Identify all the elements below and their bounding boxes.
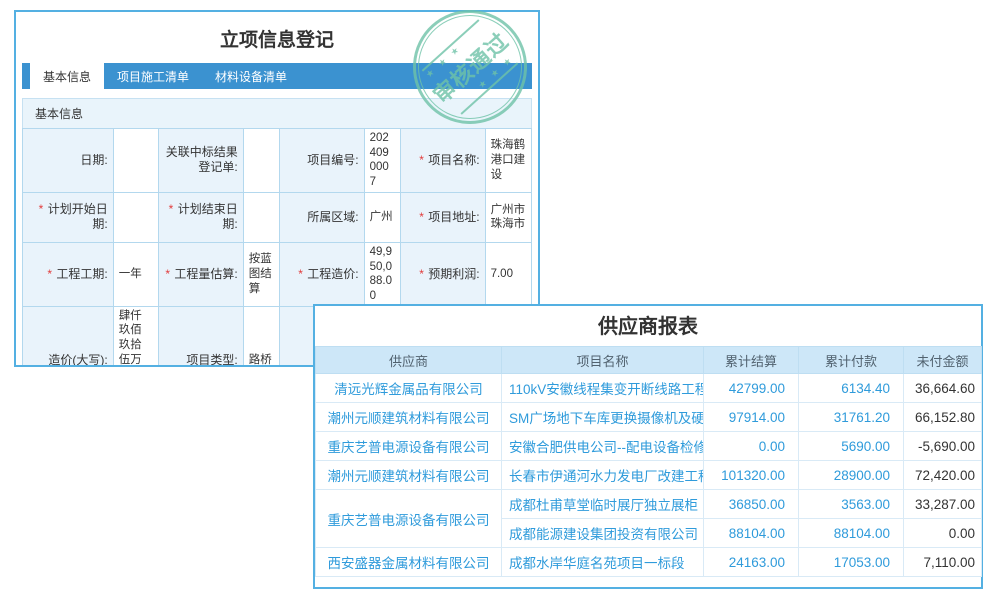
supplier-report-table: 供应商项目名称累计结算累计付款未付金额 清远光辉金属品有限公司110kV安徽线程…	[315, 346, 982, 577]
supplier-name-link[interactable]: 重庆艺普电源设备有限公司	[316, 490, 502, 548]
field-label: * 项目地址:	[400, 192, 485, 242]
project-name-link[interactable]: 长春市伊通河水力发电厂改建工程	[502, 461, 704, 490]
paid-amount[interactable]: 3563.00	[799, 490, 904, 519]
field-label: * 工程量估算:	[159, 242, 244, 306]
supplier-table-header-row: 供应商项目名称累计结算累计付款未付金额	[316, 347, 982, 374]
supplier-name-link[interactable]: 潮州元顺建筑材料有限公司	[316, 461, 502, 490]
field-label: 日期:	[23, 129, 114, 193]
paid-amount[interactable]: 88104.00	[799, 519, 904, 548]
field-value[interactable]: 广州	[364, 192, 400, 242]
field-value[interactable]: 一年	[113, 242, 158, 306]
field-value[interactable]: 广州市珠海市	[485, 192, 531, 242]
project-name-link[interactable]: 安徽合肥供电公司--配电设备检修	[502, 432, 704, 461]
required-asterisk: *	[419, 210, 427, 224]
settled-amount[interactable]: 0.00	[704, 432, 799, 461]
basic-info-section-header: 基本信息	[22, 98, 532, 128]
unpaid-amount: 33,287.00	[904, 490, 982, 519]
paid-amount[interactable]: 17053.00	[799, 548, 904, 577]
field-value[interactable]	[113, 192, 158, 242]
field-label: * 计划开始日期:	[23, 192, 114, 242]
field-value[interactable]: 肆仟玖佰玖拾伍万零捌拾捌元整	[113, 306, 158, 367]
supplier-table-row: 潮州元顺建筑材料有限公司长春市伊通河水力发电厂改建工程101320.002890…	[316, 461, 982, 490]
project-name-link[interactable]: 成都水岸华庭名苑项目一标段	[502, 548, 704, 577]
form-row: * 计划开始日期: * 计划结束日期: 所属区域:广州* 项目地址:广州市珠海市	[23, 192, 532, 242]
field-value[interactable]	[243, 192, 279, 242]
project-name-link[interactable]: 110kV安徽线程集变开断线路工程	[502, 374, 704, 403]
project-name-link[interactable]: 成都能源建设集团投资有限公司	[502, 519, 704, 548]
supplier-name-link[interactable]: 清远光辉金属品有限公司	[316, 374, 502, 403]
registration-panel-title: 立项信息登记	[22, 18, 532, 63]
required-asterisk: *	[419, 267, 427, 281]
settled-amount[interactable]: 88104.00	[704, 519, 799, 548]
paid-amount[interactable]: 5690.00	[799, 432, 904, 461]
tab-材料设备清单[interactable]: 材料设备清单	[202, 63, 300, 89]
supplier-table-row: 清远光辉金属品有限公司110kV安徽线程集变开断线路工程42799.006134…	[316, 374, 982, 403]
unpaid-amount: 0.00	[904, 519, 982, 548]
field-value[interactable]	[113, 129, 158, 193]
tab-基本信息[interactable]: 基本信息	[30, 63, 104, 89]
settled-amount[interactable]: 101320.00	[704, 461, 799, 490]
paid-amount[interactable]: 6134.40	[799, 374, 904, 403]
form-row: * 工程工期:一年* 工程量估算:按蓝图结算* 工程造价:49,950,088.…	[23, 242, 532, 306]
supplier-table-row: 西安盛器金属材料有限公司成都水岸华庭名苑项目一标段24163.0017053.0…	[316, 548, 982, 577]
paid-amount[interactable]: 28900.00	[799, 461, 904, 490]
field-label: * 计划结束日期:	[159, 192, 244, 242]
field-label: 所属区域:	[279, 192, 364, 242]
field-value[interactable]: 49,950,088.00	[364, 242, 400, 306]
supplier-table-row: 潮州元顺建筑材料有限公司SM广场地下车库更换摄像机及硬盘97914.003176…	[316, 403, 982, 432]
column-header-供应商: 供应商	[316, 347, 502, 374]
settled-amount[interactable]: 97914.00	[704, 403, 799, 432]
supplier-table-row: 重庆艺普电源设备有限公司安徽合肥供电公司--配电设备检修0.005690.00-…	[316, 432, 982, 461]
unpaid-amount: 66,152.80	[904, 403, 982, 432]
paid-amount[interactable]: 31761.20	[799, 403, 904, 432]
unpaid-amount: 7,110.00	[904, 548, 982, 577]
field-value[interactable]: 按蓝图结算	[243, 242, 279, 306]
required-asterisk: *	[419, 153, 427, 167]
field-value[interactable]	[243, 129, 279, 193]
field-value[interactable]: 7.00	[485, 242, 531, 306]
project-name-link[interactable]: SM广场地下车库更换摄像机及硬盘	[502, 403, 704, 432]
supplier-name-link[interactable]: 重庆艺普电源设备有限公司	[316, 432, 502, 461]
field-label: 项目编号:	[279, 129, 364, 193]
supplier-table-body: 清远光辉金属品有限公司110kV安徽线程集变开断线路工程42799.006134…	[316, 374, 982, 577]
field-value[interactable]: 路桥	[243, 306, 279, 367]
settled-amount[interactable]: 24163.00	[704, 548, 799, 577]
column-header-未付金额: 未付金额	[904, 347, 982, 374]
field-label: * 预期利润:	[400, 242, 485, 306]
tab-项目施工清单[interactable]: 项目施工清单	[104, 63, 202, 89]
required-asterisk: *	[298, 267, 306, 281]
field-label: 项目类型:	[159, 306, 244, 367]
required-asterisk: *	[165, 267, 173, 281]
column-header-项目名称: 项目名称	[502, 347, 704, 374]
unpaid-amount: 72,420.00	[904, 461, 982, 490]
required-asterisk: *	[47, 267, 55, 281]
supplier-report-title: 供应商报表	[315, 306, 981, 346]
column-header-累计结算: 累计结算	[704, 347, 799, 374]
field-label: 关联中标结果登记单:	[159, 129, 244, 193]
field-label: * 工程工期:	[23, 242, 114, 306]
field-label: * 项目名称:	[400, 129, 485, 193]
field-label: 造价(大写):	[23, 306, 114, 367]
supplier-name-link[interactable]: 潮州元顺建筑材料有限公司	[316, 403, 502, 432]
settled-amount[interactable]: 36850.00	[704, 490, 799, 519]
field-label: * 工程造价:	[279, 242, 364, 306]
settled-amount[interactable]: 42799.00	[704, 374, 799, 403]
required-asterisk: *	[169, 202, 177, 216]
unpaid-amount: 36,664.60	[904, 374, 982, 403]
form-row: 日期: 关联中标结果登记单: 项目编号:2024090007* 项目名称:珠海鹤港口…	[23, 129, 532, 193]
column-header-累计付款: 累计付款	[799, 347, 904, 374]
project-name-link[interactable]: 成都杜甫草堂临时展厅独立展柜	[502, 490, 704, 519]
required-asterisk: *	[39, 202, 47, 216]
supplier-report-panel: 供应商报表 供应商项目名称累计结算累计付款未付金额 清远光辉金属品有限公司110…	[313, 304, 983, 589]
registration-tabbar: 基本信息项目施工清单材料设备清单	[22, 63, 532, 89]
supplier-name-link[interactable]: 西安盛器金属材料有限公司	[316, 548, 502, 577]
unpaid-amount: -5,690.00	[904, 432, 982, 461]
supplier-table-row: 重庆艺普电源设备有限公司成都杜甫草堂临时展厅独立展柜36850.003563.0…	[316, 490, 982, 519]
field-value[interactable]: 2024090007	[364, 129, 400, 193]
field-value[interactable]: 珠海鹤港口建设	[485, 129, 531, 193]
